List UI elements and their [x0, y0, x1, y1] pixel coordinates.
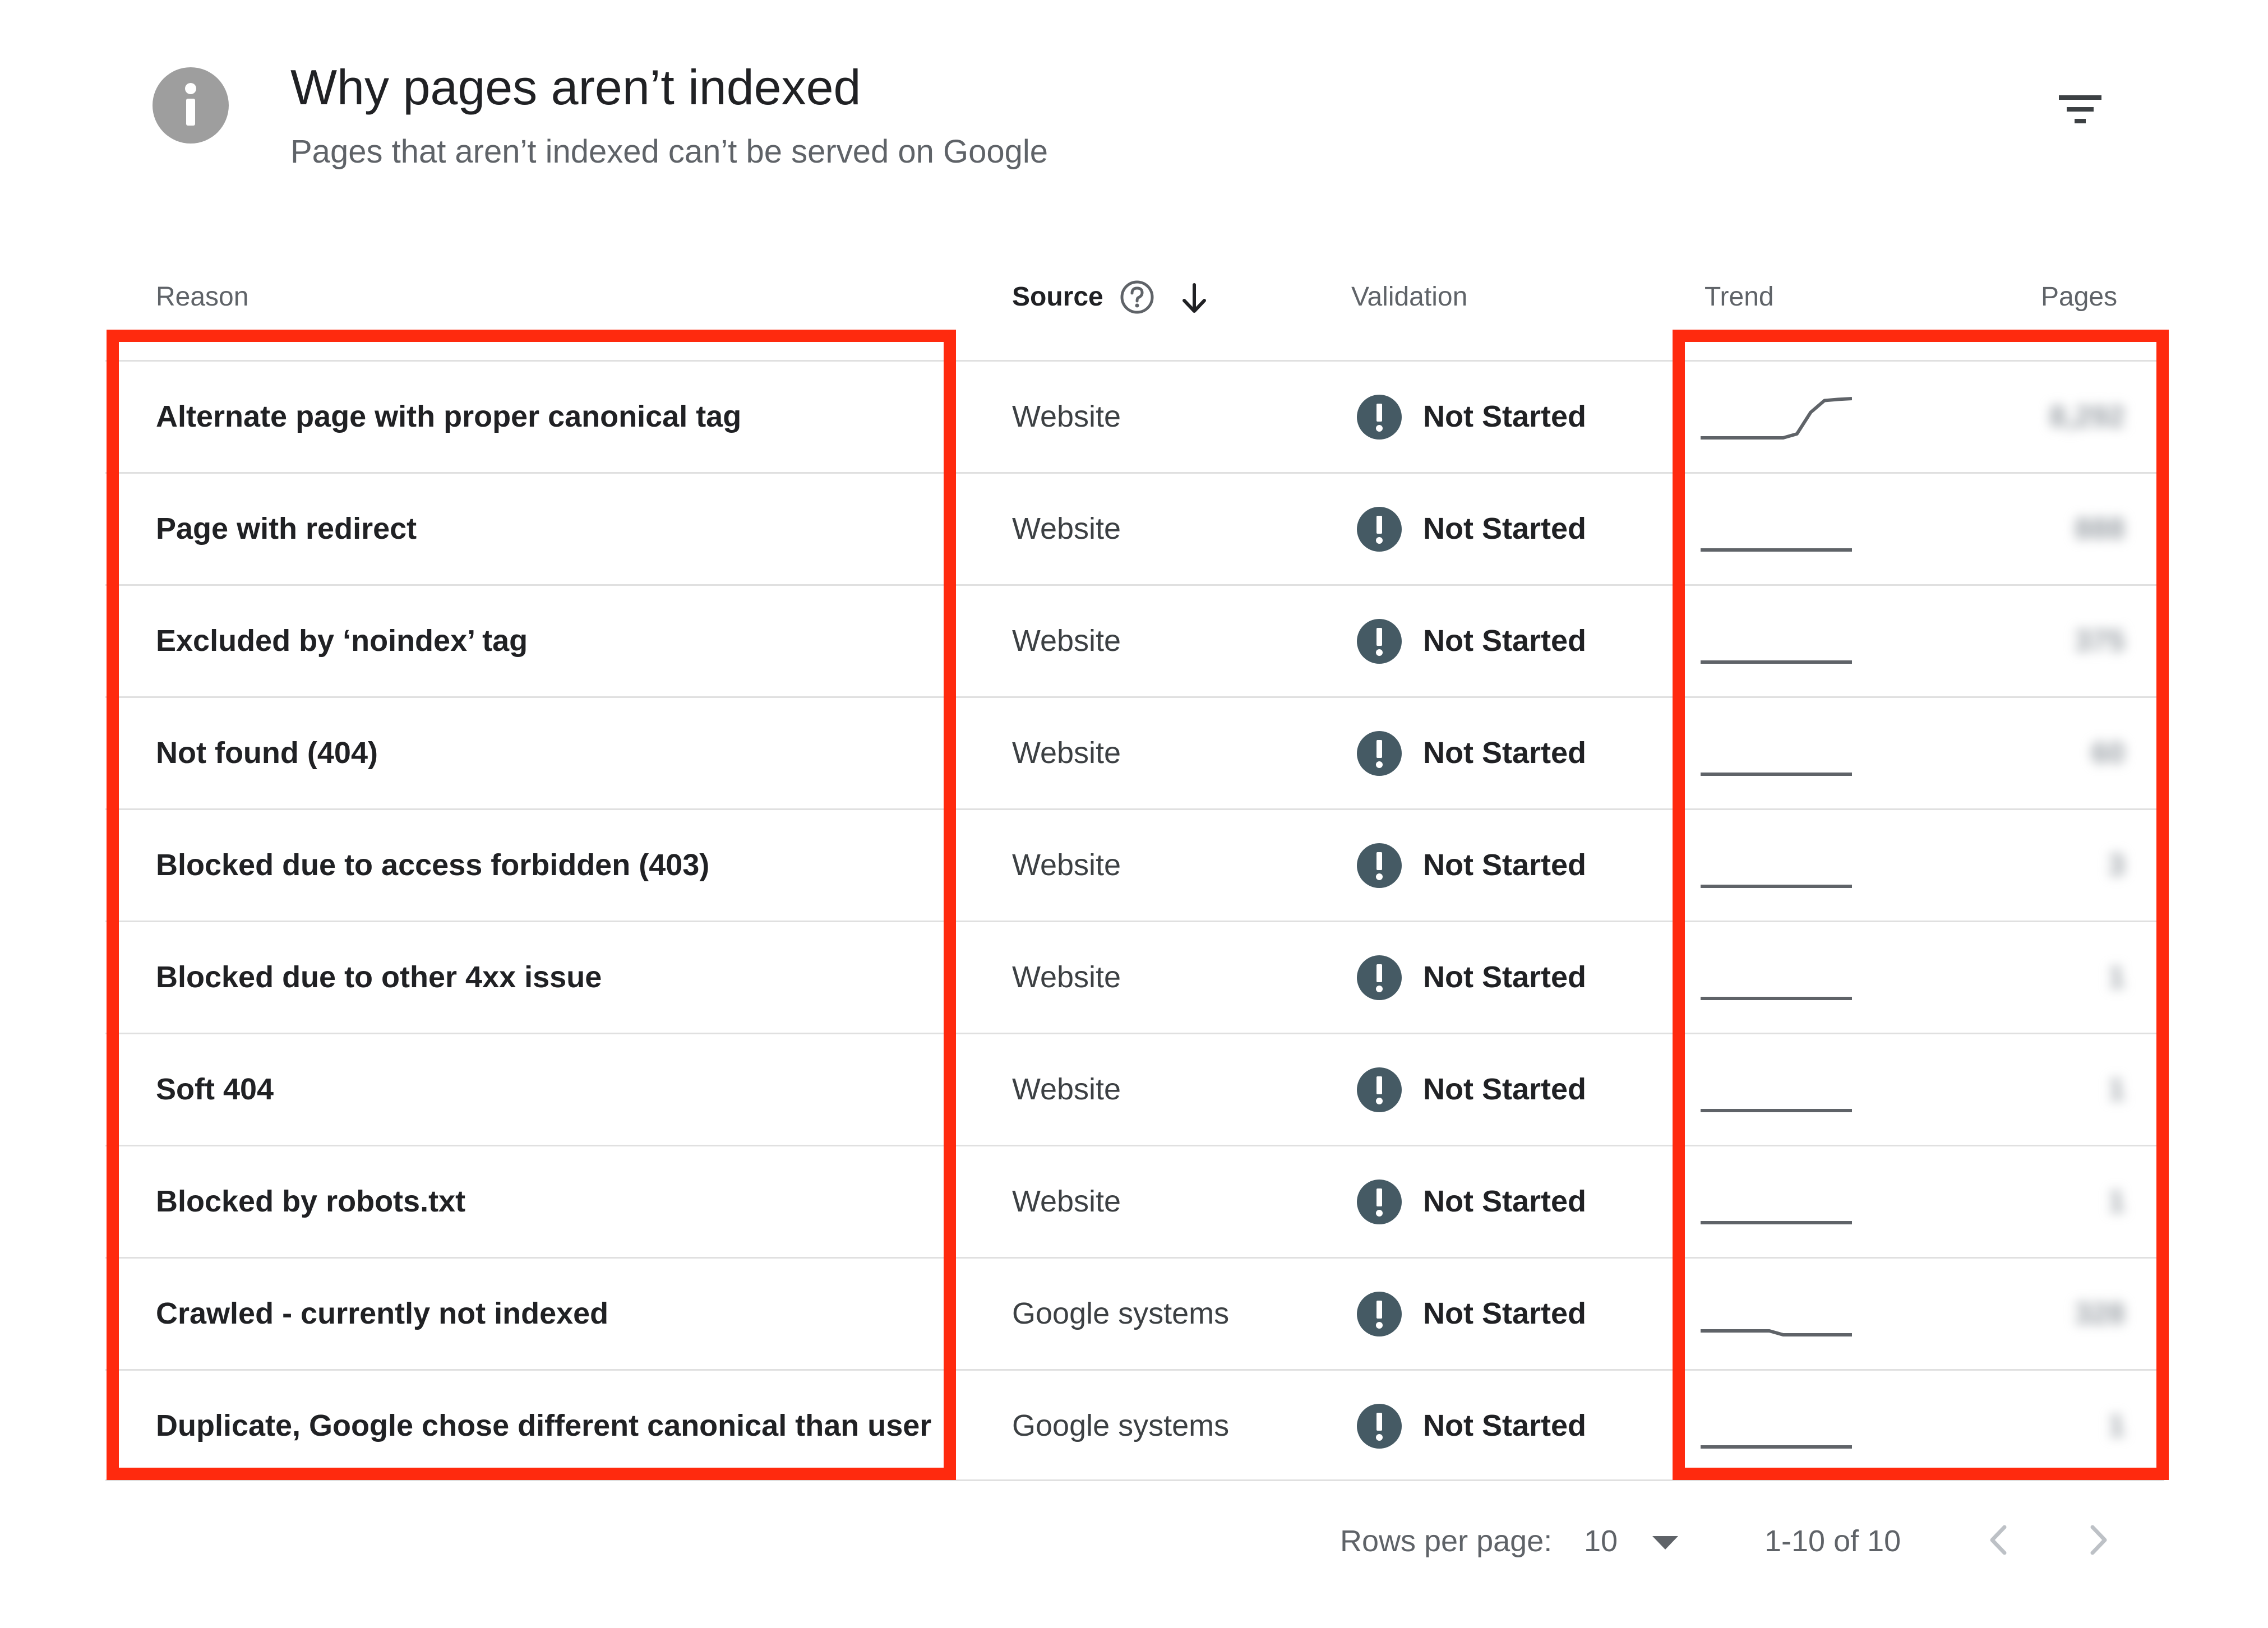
- warning-icon: [1356, 394, 1403, 441]
- pages-count: 328: [2074, 1297, 2125, 1330]
- column-header-trend: Trend: [1705, 282, 1774, 312]
- rows-per-page-label: Rows per page:: [1340, 1524, 1553, 1558]
- validation-status: Not Started: [1423, 1409, 1587, 1442]
- pages-count: 375: [2074, 624, 2125, 658]
- pages-count: 1: [2108, 960, 2125, 994]
- column-header-validation[interactable]: Validation: [1351, 279, 1467, 315]
- pages-count: 1: [2108, 1409, 2125, 1442]
- trend-sparkline: [1701, 1061, 1852, 1117]
- info-icon: [153, 67, 229, 144]
- validation-status: Not Started: [1423, 960, 1587, 994]
- table-row[interactable]: Not found (404) Website Not Started 60: [105, 696, 2164, 808]
- pages-count: 8,292: [2049, 400, 2125, 433]
- reason-text: Alternate page with proper canonical tag: [156, 400, 742, 433]
- trend-sparkline: [1701, 1398, 1852, 1454]
- warning-icon: [1356, 506, 1403, 553]
- trend-sparkline: [1701, 837, 1852, 893]
- validation-status: Not Started: [1423, 624, 1587, 658]
- warning-icon: [1356, 730, 1403, 777]
- validation-status: Not Started: [1423, 848, 1587, 882]
- chevron-right-icon[interactable]: [2081, 1520, 2115, 1560]
- help-circle-icon[interactable]: [1119, 279, 1156, 316]
- warning-icon: [1356, 842, 1403, 889]
- source-text: Website: [1012, 1185, 1121, 1218]
- warning-icon: [1356, 1066, 1403, 1113]
- column-header-source[interactable]: Source: [1012, 279, 1103, 315]
- table-row[interactable]: Excluded by ‘noindex’ tag Website Not Star…: [105, 584, 2164, 696]
- validation-status: Not Started: [1423, 400, 1587, 433]
- source-text: Website: [1012, 960, 1121, 994]
- dropdown-caret-icon: [1652, 1536, 1678, 1550]
- validation-status: Not Started: [1423, 736, 1587, 770]
- trend-sparkline: [1701, 725, 1852, 781]
- table-row[interactable]: Duplicate, Google chose different canoni…: [105, 1369, 2164, 1481]
- pages-count: 60: [2091, 736, 2125, 770]
- validation-status: Not Started: [1423, 512, 1587, 545]
- filter-icon[interactable]: [2052, 90, 2108, 129]
- warning-icon: [1356, 1291, 1403, 1338]
- table-row[interactable]: Crawled - currently not indexed Google sy…: [105, 1257, 2164, 1369]
- trend-sparkline: [1701, 949, 1852, 1005]
- warning-icon: [1356, 1178, 1403, 1225]
- reason-text: Crawled - currently not indexed: [156, 1297, 609, 1330]
- column-header-pages[interactable]: Pages: [2041, 279, 2117, 315]
- chevron-left-icon[interactable]: [1982, 1520, 2016, 1560]
- reason-text: Blocked by robots.txt: [156, 1185, 466, 1218]
- table-row[interactable]: Page with redirect Website Not Started 888: [105, 472, 2164, 584]
- reason-text: Page with redirect: [156, 512, 417, 545]
- reason-text: Blocked due to other 4xx issue: [156, 960, 602, 994]
- trend-sparkline: [1701, 501, 1852, 557]
- page-subtitle: Pages that aren’t indexed can’t be serve…: [290, 133, 1048, 170]
- table-row[interactable]: Blocked by robots.txt Website Not Started 1: [105, 1145, 2164, 1257]
- warning-icon: [1356, 1403, 1403, 1450]
- rows-per-page-value: 10: [1584, 1524, 1618, 1558]
- table-row[interactable]: Alternate page with proper canonical tag…: [105, 360, 2164, 472]
- page-title: Why pages aren’t indexed: [290, 59, 861, 115]
- warning-icon: [1356, 954, 1403, 1001]
- pages-count: 1: [2108, 1185, 2125, 1218]
- warning-icon: [1356, 618, 1403, 665]
- table-row[interactable]: Blocked due to other 4xx issue Website Not…: [105, 921, 2164, 1033]
- trend-sparkline: [1701, 613, 1852, 669]
- column-header-reason[interactable]: Reason: [156, 279, 248, 315]
- table-row[interactable]: Soft 404 Website Not Started 1: [105, 1033, 2164, 1145]
- trend-sparkline: [1701, 1173, 1852, 1229]
- source-text: Website: [1012, 736, 1121, 770]
- table-row[interactable]: Blocked due to access forbidden (403) Web…: [105, 808, 2164, 921]
- source-text: Website: [1012, 624, 1121, 658]
- reason-text: Blocked due to access forbidden (403): [156, 848, 710, 882]
- pagination-range: 1-10 of 10: [1764, 1524, 1901, 1558]
- pages-count: 3: [2108, 848, 2125, 882]
- source-text: Google systems: [1012, 1297, 1230, 1330]
- validation-status: Not Started: [1423, 1297, 1587, 1330]
- reason-text: Soft 404: [156, 1072, 274, 1106]
- validation-status: Not Started: [1423, 1185, 1587, 1218]
- reason-text: Not found (404): [156, 736, 378, 770]
- pages-count: 1: [2108, 1072, 2125, 1106]
- trend-sparkline: [1701, 1285, 1852, 1342]
- pages-count: 888: [2074, 512, 2125, 545]
- arrow-down-icon[interactable]: [1177, 280, 1211, 316]
- reason-text: Excluded by ‘noindex’ tag: [156, 624, 528, 658]
- reason-text: Duplicate, Google chose different canoni…: [156, 1409, 932, 1442]
- rows-per-page-select[interactable]: 10: [1584, 1516, 1685, 1567]
- trend-sparkline: [1701, 388, 1852, 445]
- source-text: Website: [1012, 400, 1121, 433]
- validation-status: Not Started: [1423, 1072, 1587, 1106]
- source-text: Website: [1012, 1072, 1121, 1106]
- source-text: Google systems: [1012, 1409, 1230, 1442]
- source-text: Website: [1012, 512, 1121, 545]
- trend-line: [1701, 1329, 1852, 1336]
- trend-line: [1701, 397, 1852, 440]
- source-text: Website: [1012, 848, 1121, 882]
